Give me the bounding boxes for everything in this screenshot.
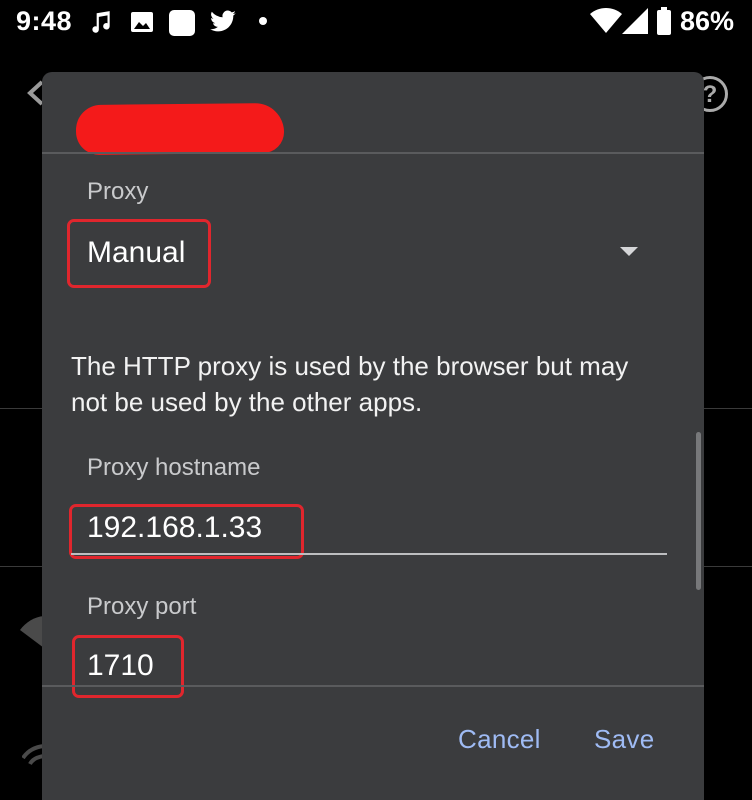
scrollbar[interactable] — [696, 432, 701, 590]
proxy-label: Proxy — [87, 178, 149, 205]
music-note-icon — [92, 11, 110, 33]
background-wifi-outline-icon — [22, 744, 44, 766]
dot-icon — [259, 17, 267, 25]
port-field[interactable]: 1710 — [87, 649, 154, 683]
background-divider — [0, 566, 42, 567]
proxy-settings-dialog: Proxy Manual The HTTP proxy is used by t… — [42, 72, 704, 800]
chevron-down-icon[interactable] — [620, 247, 638, 256]
twitter-icon — [210, 10, 236, 32]
proxy-select[interactable]: Manual — [87, 236, 185, 270]
title-divider — [42, 152, 704, 154]
background-divider — [704, 566, 752, 567]
battery-percent: 86% — [680, 6, 735, 36]
hostname-field[interactable]: 192.168.1.33 — [87, 511, 262, 545]
cancel-button[interactable]: Cancel — [458, 724, 541, 755]
wifi-icon — [590, 8, 622, 33]
redacted-title — [75, 102, 285, 156]
footer-divider — [42, 685, 704, 687]
background-divider — [0, 408, 42, 409]
status-time: 9:48 — [16, 6, 73, 36]
save-button[interactable]: Save — [594, 724, 654, 755]
status-bar: 9:48 86% — [0, 0, 752, 44]
background-wifi-icon — [20, 616, 44, 648]
background-divider — [704, 408, 752, 409]
proxy-note: The HTTP proxy is used by the browser bu… — [71, 351, 629, 417]
app-square-icon — [169, 10, 195, 36]
port-label: Proxy port — [87, 593, 197, 620]
battery-icon — [657, 7, 671, 35]
cell-signal-icon — [622, 8, 648, 34]
image-icon — [131, 12, 153, 32]
hostname-underline — [71, 553, 667, 555]
hostname-label: Proxy hostname — [87, 454, 261, 481]
